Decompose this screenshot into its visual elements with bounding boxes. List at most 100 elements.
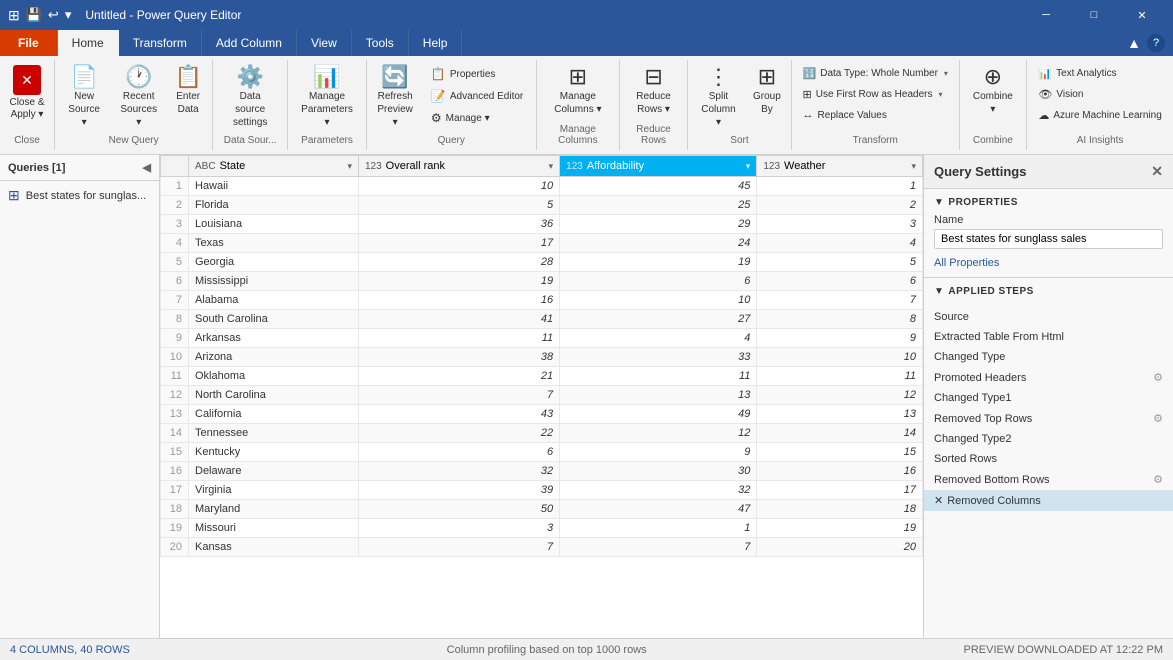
status-preview-time: PREVIEW DOWNLOADED AT 12:22 PM xyxy=(964,644,1163,656)
settings-close-button[interactable]: ✕ xyxy=(1151,163,1163,180)
window-close-button[interactable]: ✕ xyxy=(1119,0,1165,30)
table-row[interactable]: 14 Tennessee 22 12 14 xyxy=(161,424,923,443)
step-gear-icon[interactable]: ⚙ xyxy=(1153,412,1163,425)
title-text: Untitled - Power Query Editor xyxy=(85,8,241,22)
applied-step-item[interactable]: Removed Top Rows⚙ xyxy=(924,408,1173,429)
step-gear-icon[interactable]: ⚙ xyxy=(1153,371,1163,384)
manage-columns-button[interactable]: ⊞ ManageColumns ▾ xyxy=(547,62,608,120)
cell-overall-rank: 38 xyxy=(358,348,559,367)
data-type-button[interactable]: 🔢 Data Type: Whole Number ▾ xyxy=(796,64,955,83)
query-item-sunglass[interactable]: ⊞ Best states for sunglas... xyxy=(0,181,159,210)
table-row[interactable]: 16 Delaware 32 30 16 xyxy=(161,462,923,481)
tab-home[interactable]: Home xyxy=(58,30,119,56)
col-filter-arrow-afford[interactable]: ▾ xyxy=(746,161,751,172)
applied-step-item[interactable]: Source xyxy=(924,307,1173,327)
split-column-button[interactable]: ⋮ SplitColumn ▾ xyxy=(692,62,745,133)
table-row[interactable]: 4 Texas 17 24 4 xyxy=(161,234,923,253)
advanced-editor-button[interactable]: 📝 Advanced Editor xyxy=(424,86,530,106)
expand-icon[interactable]: ▲ xyxy=(1127,35,1141,51)
text-analytics-label: Text Analytics xyxy=(1056,68,1117,79)
azure-ml-button[interactable]: ☁ Azure Machine Learning xyxy=(1031,106,1168,125)
all-properties-link[interactable]: All Properties xyxy=(934,257,999,269)
applied-step-item[interactable]: Changed Type1 xyxy=(924,388,1173,408)
table-row[interactable]: 13 California 43 49 13 xyxy=(161,405,923,424)
new-query-label: New Query xyxy=(59,133,208,148)
data-source-settings-button[interactable]: ⚙️ Data sourcesettings xyxy=(217,62,283,133)
tab-help[interactable]: Help xyxy=(409,30,463,56)
applied-step-item[interactable]: Changed Type2 xyxy=(924,429,1173,449)
table-row[interactable]: 19 Missouri 3 1 19 xyxy=(161,519,923,538)
tab-view[interactable]: View xyxy=(297,30,352,56)
table-row[interactable]: 18 Maryland 50 47 18 xyxy=(161,500,923,519)
table-row[interactable]: 12 North Carolina 7 13 12 xyxy=(161,386,923,405)
table-row[interactable]: 3 Louisiana 36 29 3 xyxy=(161,215,923,234)
replace-values-button[interactable]: ↔ Replace Values xyxy=(796,106,955,124)
collapse-panel-button[interactable]: ◀ xyxy=(143,161,151,174)
cell-state: Florida xyxy=(189,196,359,215)
combine-button[interactable]: ⊕ Combine ▾ xyxy=(964,62,1023,120)
use-first-row-button[interactable]: ⊞ Use First Row as Headers ▾ xyxy=(796,85,955,104)
table-header: ABC State ▾ 123 Overall rank ▾ xyxy=(161,156,923,177)
minimize-button[interactable]: ─ xyxy=(1023,0,1069,30)
reduce-rows-button[interactable]: ⊟ ReduceRows ▾ xyxy=(629,62,677,120)
table-row[interactable]: 15 Kentucky 6 9 15 xyxy=(161,443,923,462)
table-body: 1 Hawaii 10 45 1 2 Florida 5 25 2 3 Loui… xyxy=(161,177,923,557)
cell-weather: 6 xyxy=(757,272,923,291)
manage-query-button[interactable]: ⚙ Manage ▾ xyxy=(424,108,530,128)
table-row[interactable]: 17 Virginia 39 32 17 xyxy=(161,481,923,500)
cell-affordability: 19 xyxy=(560,253,757,272)
table-row[interactable]: 6 Mississippi 19 6 6 xyxy=(161,272,923,291)
title-bar-left: ⊞ 💾 ↩ ▾ Untitled - Power Query Editor xyxy=(8,7,241,24)
tab-add-column[interactable]: Add Column xyxy=(202,30,297,56)
tab-tools[interactable]: Tools xyxy=(352,30,409,56)
data-source-label: Data Sour... xyxy=(217,133,283,148)
table-row[interactable]: 8 South Carolina 41 27 8 xyxy=(161,310,923,329)
applied-step-item[interactable]: ✕Removed Columns xyxy=(924,490,1173,511)
applied-step-item[interactable]: Sorted Rows xyxy=(924,449,1173,469)
tab-transform[interactable]: Transform xyxy=(119,30,202,56)
col-header-overall-rank[interactable]: 123 Overall rank ▾ xyxy=(358,156,559,177)
recent-sources-button[interactable]: 🕐 RecentSources ▾ xyxy=(111,62,166,133)
data-source-items: ⚙️ Data sourcesettings xyxy=(217,62,283,133)
applied-step-item[interactable]: Changed Type xyxy=(924,347,1173,367)
parameters-label: Parameters xyxy=(292,133,362,148)
manage-parameters-button[interactable]: 📊 ManageParameters ▾ xyxy=(292,62,362,133)
text-analytics-button[interactable]: 📊 Text Analytics xyxy=(1031,64,1168,83)
table-row[interactable]: 2 Florida 5 25 2 xyxy=(161,196,923,215)
col-filter-arrow-state[interactable]: ▾ xyxy=(347,161,352,172)
step-x-icon[interactable]: ✕ xyxy=(934,494,943,507)
table-row[interactable]: 10 Arizona 38 33 10 xyxy=(161,348,923,367)
status-profiling: Column profiling based on top 1000 rows xyxy=(447,644,647,656)
tab-file[interactable]: File xyxy=(0,30,58,56)
maximize-button[interactable]: □ xyxy=(1071,0,1117,30)
group-by-button[interactable]: ⊞ GroupBy xyxy=(747,62,787,120)
data-grid-container[interactable]: ABC State ▾ 123 Overall rank ▾ xyxy=(160,155,923,638)
table-row[interactable]: 1 Hawaii 10 45 1 xyxy=(161,177,923,196)
close-apply-button[interactable]: ✕ Close &Apply ▾ xyxy=(4,62,49,124)
applied-step-item[interactable]: Promoted Headers⚙ xyxy=(924,367,1173,388)
menu-icon[interactable]: ▾ xyxy=(65,7,72,23)
step-gear-icon[interactable]: ⚙ xyxy=(1153,473,1163,486)
col-header-weather[interactable]: 123 Weather ▾ xyxy=(757,156,923,177)
enter-data-button[interactable]: 📋 EnterData xyxy=(168,62,208,120)
col-header-state[interactable]: ABC State ▾ xyxy=(189,156,359,177)
col-filter-arrow-rank[interactable]: ▾ xyxy=(549,161,554,172)
applied-step-item[interactable]: Extracted Table From Html xyxy=(924,327,1173,347)
col-filter-arrow-weather[interactable]: ▾ xyxy=(911,161,916,172)
row-num: 9 xyxy=(161,329,189,348)
table-row[interactable]: 9 Arkansas 11 4 9 xyxy=(161,329,923,348)
vision-button[interactable]: 👁 Vision xyxy=(1031,85,1168,104)
table-row[interactable]: 5 Georgia 28 19 5 xyxy=(161,253,923,272)
properties-button[interactable]: 📋 Properties xyxy=(424,64,530,84)
table-row[interactable]: 11 Oklahoma 21 11 11 xyxy=(161,367,923,386)
help-icon[interactable]: ? xyxy=(1147,34,1165,52)
table-row[interactable]: 7 Alabama 16 10 7 xyxy=(161,291,923,310)
col-header-affordability[interactable]: 123 Affordability ▾ xyxy=(560,156,757,177)
undo-icon[interactable]: ↩ xyxy=(48,7,59,23)
save-icon[interactable]: 💾 xyxy=(26,7,42,23)
new-source-button[interactable]: 📄 NewSource ▾ xyxy=(59,62,109,133)
table-row[interactable]: 20 Kansas 7 7 20 xyxy=(161,538,923,557)
applied-step-item[interactable]: Removed Bottom Rows⚙ xyxy=(924,469,1173,490)
query-name-input[interactable] xyxy=(934,229,1163,249)
refresh-preview-button[interactable]: 🔄 RefreshPreview ▾ xyxy=(370,62,420,133)
